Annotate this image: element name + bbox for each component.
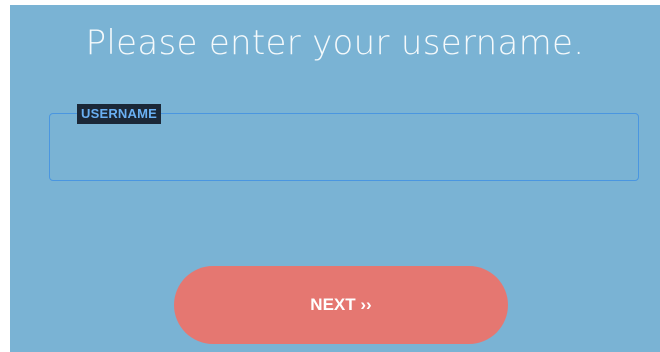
- login-panel: Please enter your username. USERNAME NEX…: [10, 5, 660, 352]
- next-button[interactable]: NEXT ››: [174, 266, 508, 344]
- username-label: USERNAME: [77, 104, 161, 124]
- page-title: Please enter your username.: [85, 23, 585, 63]
